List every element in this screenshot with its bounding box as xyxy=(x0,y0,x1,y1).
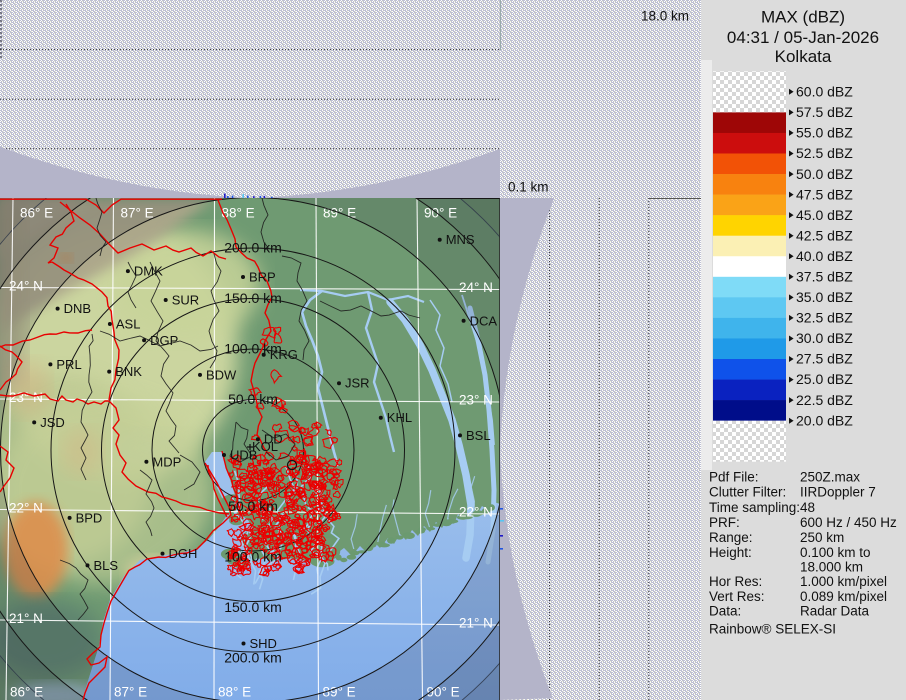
svg-text:52.5 dBZ: 52.5 dBZ xyxy=(796,145,853,161)
svg-text:JSD: JSD xyxy=(40,415,65,430)
svg-text:Data:: Data: xyxy=(709,604,741,619)
svg-text:Range:: Range: xyxy=(709,530,753,545)
svg-text:Radar Data: Radar Data xyxy=(800,604,870,619)
svg-text:30.0 dBZ: 30.0 dBZ xyxy=(796,330,853,346)
svg-text:Kolkata: Kolkata xyxy=(775,47,832,66)
svg-text:35.0 dBZ: 35.0 dBZ xyxy=(796,289,853,305)
svg-text:22° N: 22° N xyxy=(459,505,493,520)
svg-text:KOL: KOL xyxy=(252,439,278,454)
svg-text:Clutter Filter:: Clutter Filter: xyxy=(709,485,786,500)
svg-text:27.5 dBZ: 27.5 dBZ xyxy=(796,351,853,367)
svg-text:87° E: 87° E xyxy=(114,685,147,700)
svg-text:60.0 dBZ: 60.0 dBZ xyxy=(796,84,853,100)
svg-text:KHL: KHL xyxy=(387,410,412,425)
svg-text:MNS: MNS xyxy=(446,232,475,247)
svg-text:32.5 dBZ: 32.5 dBZ xyxy=(796,310,853,326)
svg-text:55.0 dBZ: 55.0 dBZ xyxy=(796,125,853,141)
svg-text:BLS: BLS xyxy=(94,558,119,573)
svg-text:50.0 km: 50.0 km xyxy=(228,391,278,407)
svg-text:24° N: 24° N xyxy=(9,278,43,293)
svg-text:89° E: 89° E xyxy=(323,685,356,700)
svg-text:250Z.max: 250Z.max xyxy=(800,470,860,485)
svg-text:86° E: 86° E xyxy=(20,206,53,221)
svg-text:DGH: DGH xyxy=(169,546,198,561)
svg-text:21° N: 21° N xyxy=(459,616,493,631)
svg-text:PRL: PRL xyxy=(56,357,81,372)
svg-text:24° N: 24° N xyxy=(459,280,493,295)
svg-text:BPD: BPD xyxy=(76,510,103,525)
svg-text:40.0 dBZ: 40.0 dBZ xyxy=(796,248,853,264)
svg-text:BNK: BNK xyxy=(115,364,142,379)
svg-text:Hor Res:: Hor Res: xyxy=(709,574,762,589)
svg-text:DGP: DGP xyxy=(150,333,178,348)
svg-text:47.5 dBZ: 47.5 dBZ xyxy=(796,186,853,202)
svg-text:1.000 km/pixel: 1.000 km/pixel xyxy=(800,574,887,589)
svg-text:DCA: DCA xyxy=(470,313,498,328)
svg-text:04:31 / 05-Jan-2026: 04:31 / 05-Jan-2026 xyxy=(727,28,879,47)
svg-text:200.0 km: 200.0 km xyxy=(224,650,282,666)
svg-text:20.0 dBZ: 20.0 dBZ xyxy=(796,412,853,428)
svg-text:Pdf File:: Pdf File: xyxy=(709,470,759,485)
svg-text:Vert Res:: Vert Res: xyxy=(709,589,765,604)
svg-text:22° N: 22° N xyxy=(9,500,43,515)
svg-text:PRF:: PRF: xyxy=(709,515,740,530)
svg-text:KRG: KRG xyxy=(270,347,298,362)
svg-text:Rainbow® SELEX-SI: Rainbow® SELEX-SI xyxy=(709,622,836,637)
svg-text:18.000 km: 18.000 km xyxy=(800,560,863,575)
svg-text:86° E: 86° E xyxy=(10,685,43,700)
svg-text:150.0 km: 150.0 km xyxy=(224,599,282,615)
svg-text:90° E: 90° E xyxy=(424,206,457,221)
svg-text:MAX (dBZ): MAX (dBZ) xyxy=(761,8,845,27)
svg-text:100.0 km: 100.0 km xyxy=(224,549,282,565)
svg-text:23° N: 23° N xyxy=(459,393,493,408)
svg-text:0.089 km/pixel: 0.089 km/pixel xyxy=(800,589,887,604)
svg-text:DNB: DNB xyxy=(64,301,91,316)
svg-text:BSL: BSL xyxy=(466,428,491,443)
svg-text:21° N: 21° N xyxy=(9,611,43,626)
svg-text:50.0 dBZ: 50.0 dBZ xyxy=(796,166,853,182)
svg-text:BDW: BDW xyxy=(206,367,237,382)
svg-text:BRP: BRP xyxy=(249,270,276,285)
svg-text:Height:: Height: xyxy=(709,545,752,560)
svg-text:0.1 km: 0.1 km xyxy=(508,180,549,195)
svg-text:90° E: 90° E xyxy=(427,685,460,700)
svg-text:150.0 km: 150.0 km xyxy=(224,290,282,306)
svg-text:45.0 dBZ: 45.0 dBZ xyxy=(796,207,853,223)
svg-text:Time sampling:48: Time sampling:48 xyxy=(709,500,815,515)
svg-text:88° E: 88° E xyxy=(218,685,251,700)
svg-text:DMK: DMK xyxy=(134,264,163,279)
svg-text:57.5 dBZ: 57.5 dBZ xyxy=(796,104,853,120)
svg-text:600 Hz / 450 Hz: 600 Hz / 450 Hz xyxy=(800,515,897,530)
svg-text:87° E: 87° E xyxy=(121,206,154,221)
svg-text:0.100 km to: 0.100 km to xyxy=(800,545,871,560)
svg-text:37.5 dBZ: 37.5 dBZ xyxy=(796,269,853,285)
svg-text:SUR: SUR xyxy=(172,293,199,308)
svg-text:IIRDoppler 7: IIRDoppler 7 xyxy=(800,485,876,500)
svg-text:50.0 km: 50.0 km xyxy=(228,498,278,514)
svg-text:MDP: MDP xyxy=(152,454,181,469)
svg-text:22.5 dBZ: 22.5 dBZ xyxy=(796,392,853,408)
svg-text:SHD: SHD xyxy=(250,636,277,651)
svg-text:42.5 dBZ: 42.5 dBZ xyxy=(796,227,853,243)
svg-text:250 km: 250 km xyxy=(800,530,844,545)
svg-text:200.0 km: 200.0 km xyxy=(224,240,282,256)
svg-text:JSR: JSR xyxy=(345,376,370,391)
svg-text:18.0 km: 18.0 km xyxy=(641,9,689,24)
svg-text:25.0 dBZ: 25.0 dBZ xyxy=(796,371,853,387)
svg-text:23° N: 23° N xyxy=(9,390,43,405)
svg-text:ASL: ASL xyxy=(116,317,141,332)
